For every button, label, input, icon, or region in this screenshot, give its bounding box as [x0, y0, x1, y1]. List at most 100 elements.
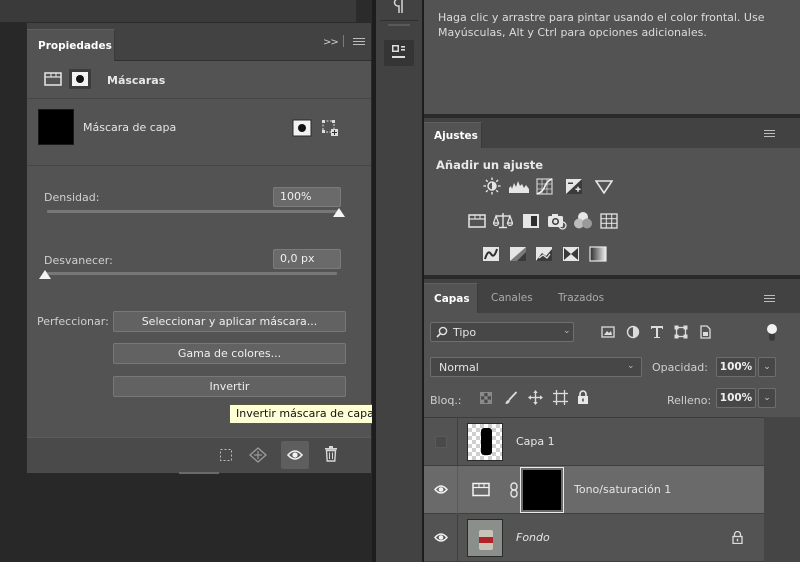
color-range-button[interactable]: Gama de colores... [113, 343, 346, 364]
adjustment-properties-icon[interactable] [44, 71, 62, 87]
vibrance-icon[interactable] [595, 180, 613, 194]
tab-paths[interactable]: Trazados [558, 292, 604, 304]
collapse-panel-button[interactable]: >> [323, 37, 339, 48]
adjustments-panel: Ajustes Añadir un ajuste [424, 118, 800, 275]
toggle-mask-button[interactable] [281, 441, 309, 469]
layers-scrollbar[interactable] [764, 417, 800, 562]
tab-adjustments[interactable]: Ajustes [424, 122, 482, 148]
filter-toggle-icon[interactable] [766, 323, 778, 341]
filter-type-icon[interactable] [650, 325, 664, 339]
delete-mask-icon[interactable] [324, 446, 338, 462]
lock-transparent-pixels-icon[interactable] [480, 392, 492, 404]
density-field[interactable]: 100% [273, 187, 341, 207]
vector-mask-icon[interactable] [321, 119, 339, 137]
invert-button[interactable]: Invertir [113, 376, 346, 397]
properties-mode-row: Máscaras [27, 61, 371, 99]
fill-field[interactable]: 100% [716, 388, 756, 408]
dock-separator [380, 20, 418, 21]
channel-mixer-icon[interactable] [573, 211, 593, 230]
tab-separator [343, 35, 344, 47]
panel-resize-handle[interactable] [179, 472, 219, 474]
paragraph-icon[interactable] [393, 0, 405, 14]
visibility-column[interactable] [424, 514, 458, 562]
gradient-map-icon[interactable] [589, 246, 607, 262]
feather-field[interactable]: 0,0 px [273, 249, 341, 269]
color-balance-icon[interactable] [493, 212, 513, 230]
fill-label: Relleno: [667, 394, 712, 407]
properties-dock-icon [391, 44, 407, 62]
levels-icon[interactable] [508, 179, 530, 193]
dock-grip[interactable] [388, 24, 410, 26]
panel-menu-icon[interactable] [764, 130, 775, 139]
layer-row[interactable]: Capa 1 [424, 418, 764, 466]
chevron-down-icon: ⌄ [627, 361, 635, 371]
lock-all-icon[interactable] [577, 390, 589, 404]
visibility-toggle-off[interactable] [435, 436, 447, 448]
layer-name: Fondo [516, 531, 550, 544]
layer-filter-select[interactable]: Tipo ⌄ [430, 322, 574, 342]
layer-thumbnail [467, 423, 503, 461]
mask-type-label: Máscara de capa [83, 121, 177, 134]
tab-layers-label: Capas [434, 293, 470, 305]
density-label: Densidad: [44, 191, 100, 204]
feather-slider-track[interactable] [45, 272, 337, 275]
invert-tooltip: Invertir máscara de capa [229, 404, 381, 424]
tab-adjustments-label: Ajustes [434, 130, 478, 142]
layer-filter-label: Tipo [453, 326, 477, 339]
layer-row-selected[interactable]: Tono/saturación 1 [424, 466, 764, 514]
tab-properties-label: Propiedades [38, 40, 112, 52]
pixel-mask-icon[interactable] [292, 119, 312, 137]
feather-slider-thumb[interactable] [39, 270, 51, 279]
visibility-column[interactable] [424, 418, 458, 466]
black-white-icon[interactable] [522, 213, 540, 229]
tool-hint-text: Haga clic y arrastre para pintar usando … [438, 11, 765, 39]
filter-smart-object-icon[interactable] [699, 325, 712, 339]
lock-position-icon[interactable] [528, 390, 543, 405]
lock-label: Bloq.: [430, 394, 462, 407]
mask-link-icon[interactable] [509, 482, 519, 498]
curves-icon[interactable] [536, 178, 553, 195]
mask-properties-icon[interactable] [69, 69, 91, 89]
selective-color-icon[interactable] [562, 246, 580, 262]
eye-icon[interactable] [434, 532, 448, 543]
panel-menu-icon[interactable] [353, 38, 365, 46]
load-selection-icon[interactable] [219, 448, 233, 462]
brightness-contrast-icon[interactable] [483, 177, 501, 195]
lock-image-pixels-icon[interactable] [504, 391, 518, 405]
opacity-label: Opacidad: [652, 361, 708, 374]
hue-saturation-icon[interactable] [468, 213, 486, 229]
layers-tab-bar: Capas Canales Trazados [424, 279, 800, 313]
layer-thumbnail [467, 519, 503, 557]
properties-tab-bar: Propiedades >> [27, 23, 371, 61]
exposure-icon[interactable] [565, 178, 583, 195]
apply-mask-icon[interactable] [249, 447, 267, 463]
opacity-field[interactable]: 100% [716, 357, 756, 377]
fill-dropdown-button[interactable]: ⌄ [758, 388, 776, 408]
tab-channels[interactable]: Canales [491, 292, 533, 304]
panel-menu-icon[interactable] [764, 295, 775, 304]
filter-shape-icon[interactable] [674, 325, 688, 339]
layer-mask-thumbnail[interactable] [520, 467, 564, 513]
tab-layers[interactable]: Capas [424, 283, 478, 313]
color-lookup-icon[interactable] [600, 213, 618, 229]
visibility-column[interactable] [424, 466, 458, 514]
density-slider-thumb[interactable] [333, 208, 345, 217]
lock-artboard-icon[interactable] [553, 390, 568, 405]
threshold-icon[interactable] [535, 246, 553, 262]
filter-pixel-icon[interactable] [601, 326, 615, 338]
blend-mode-select[interactable]: Normal ⌄ [430, 357, 642, 377]
info-panel: Haga clic y arrastre para pintar usando … [424, 0, 800, 114]
add-adjustment-heading: Añadir un ajuste [436, 158, 544, 172]
dock-properties-button[interactable] [384, 40, 414, 66]
density-slider-track[interactable] [47, 210, 339, 213]
eye-icon[interactable] [434, 484, 448, 495]
opacity-dropdown-button[interactable]: ⌄ [758, 357, 776, 377]
photo-filter-icon[interactable] [547, 212, 567, 230]
layer-row[interactable]: Fondo [424, 514, 764, 562]
posterize-icon[interactable] [509, 246, 527, 262]
tab-properties[interactable]: Propiedades [27, 29, 115, 61]
layer-name: Capa 1 [516, 435, 555, 448]
filter-adjustment-icon[interactable] [626, 325, 640, 339]
select-and-mask-button[interactable]: Seleccionar y aplicar máscara... [113, 311, 346, 332]
invert-adjust-icon[interactable] [482, 246, 500, 262]
